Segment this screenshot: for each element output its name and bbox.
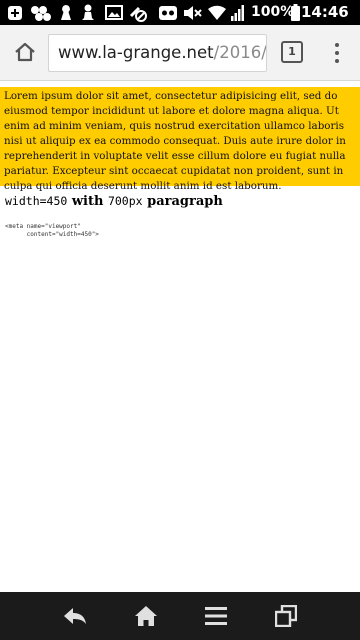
- wifi-icon: [206, 4, 228, 21]
- notification-plus-icon: [6, 4, 24, 21]
- page-heading: width=450 with 700px paragraph: [5, 194, 223, 209]
- clock: 14:46: [301, 3, 349, 21]
- block-icon: [128, 4, 148, 22]
- navigation-bar: [0, 592, 360, 640]
- web-page: Lorem ipsum dolor sit amet, consectetur …: [0, 81, 360, 592]
- recent-apps-icon: [275, 605, 297, 627]
- hexagons-app-icon: [28, 4, 54, 21]
- code-snippet: <meta name="viewport" content="width=450…: [5, 223, 99, 238]
- back-icon: [64, 608, 86, 624]
- pawn-app-icon: [80, 4, 96, 21]
- menu-button[interactable]: [201, 602, 231, 630]
- overflow-menu-button[interactable]: [328, 41, 346, 65]
- home-icon: [15, 42, 35, 62]
- menu-icon: [205, 607, 227, 625]
- url-domain: www.la-grange.net: [58, 43, 214, 62]
- mute-icon: [182, 4, 204, 21]
- home-icon: [135, 606, 157, 626]
- url-bar[interactable]: www.la-grange.net/2016/09: [48, 34, 267, 72]
- gallery-icon: [104, 4, 124, 21]
- lorem-paragraph: Lorem ipsum dolor sit amet, consectetur …: [0, 87, 360, 192]
- battery-percentage: 100%: [251, 4, 295, 20]
- status-bar: 100% 14:46: [0, 0, 360, 25]
- voicemail-icon: [157, 4, 179, 21]
- tab-switcher-button[interactable]: 1: [281, 41, 303, 63]
- recent-apps-button[interactable]: [271, 602, 301, 630]
- battery-icon: [290, 4, 300, 21]
- overflow-menu-icon: [335, 43, 339, 47]
- keyhole-app-icon: [58, 4, 74, 21]
- browser-toolbar: www.la-grange.net/2016/09 1: [0, 25, 360, 81]
- browser-home-button[interactable]: [10, 37, 40, 67]
- url-path: /2016/09: [213, 43, 267, 62]
- home-button[interactable]: [131, 602, 161, 630]
- signal-icon: [230, 4, 246, 21]
- back-button[interactable]: [60, 602, 90, 630]
